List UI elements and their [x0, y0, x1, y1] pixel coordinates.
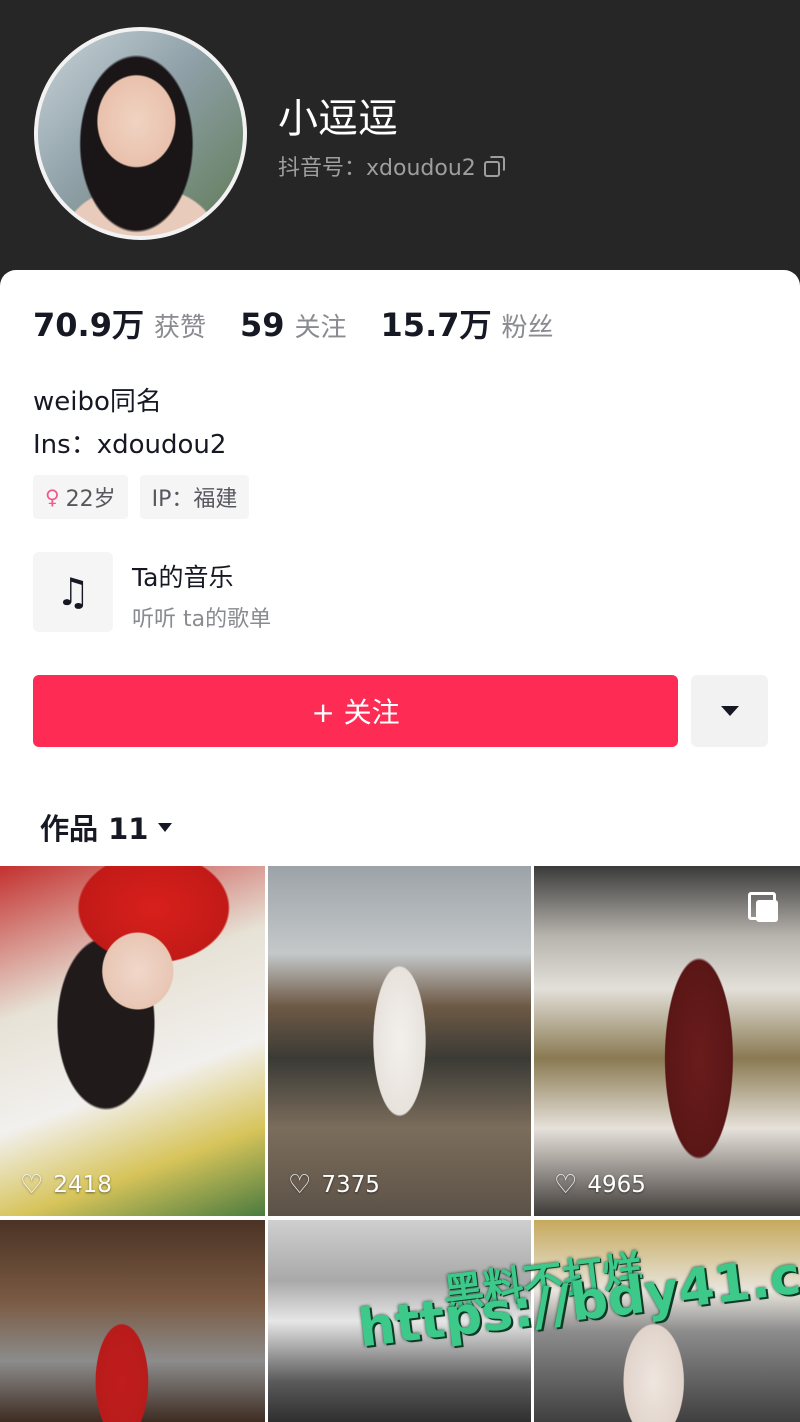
like-count: ♡ 7375: [288, 1170, 380, 1200]
music-note-icon: ♫: [55, 570, 91, 614]
age-tag-text: 22岁: [65, 487, 116, 512]
heart-icon: ♡: [20, 1170, 44, 1200]
music-entry[interactable]: ♫: [33, 552, 113, 632]
like-count-text: 2418: [53, 1172, 112, 1198]
heart-icon: ♡: [554, 1170, 578, 1200]
dropdown-arrow-icon: [158, 822, 173, 832]
douyin-id[interactable]: 抖音号：xdoudou2: [278, 150, 505, 182]
bio-line-1: weibo同名: [33, 387, 162, 417]
works-tab[interactable]: 作品 11: [40, 806, 173, 848]
age-tag: ♀ 22岁: [33, 475, 128, 519]
profile-name: 小逗逗: [278, 96, 398, 142]
copy-icon[interactable]: [483, 156, 505, 177]
profile-card: [0, 270, 800, 870]
profile-header: 小逗逗 抖音号：xdoudou2: [0, 0, 800, 300]
ip-tag: IP：福建: [139, 475, 250, 519]
music-subtitle: 听听 ta的歌单: [132, 607, 272, 632]
stat-followers-label: 粉丝: [501, 313, 554, 343]
video-thumbnail[interactable]: ♡ 4965: [534, 866, 800, 1216]
video-thumbnail[interactable]: ♡ 2418: [0, 866, 265, 1216]
more-options-button[interactable]: [691, 675, 768, 747]
multi-image-icon: [748, 892, 778, 922]
female-icon: ♀: [45, 485, 60, 509]
stat-likes-label: 获赞: [153, 313, 206, 343]
like-count: ♡ 2418: [20, 1170, 112, 1200]
chevron-down-icon: [720, 706, 739, 716]
stat-likes[interactable]: 70.9万 获赞: [33, 300, 206, 346]
stat-following[interactable]: 59 关注: [240, 306, 347, 344]
stats-row: 70.9万 获赞 59 关注 15.7万 粉丝: [33, 300, 588, 346]
ip-tag-text: IP：福建: [151, 487, 238, 512]
video-thumbnail[interactable]: ♡ 7375: [268, 866, 531, 1216]
douyin-id-text: 抖音号：xdoudou2: [278, 156, 476, 181]
stat-followers[interactable]: 15.7万 粉丝: [381, 300, 554, 346]
follow-button[interactable]: + 关注: [33, 675, 678, 747]
like-count-text: 4965: [587, 1172, 646, 1198]
stat-following-label: 关注: [294, 313, 347, 343]
like-count: ♡ 4965: [554, 1170, 646, 1200]
works-label: 作品 11: [40, 812, 149, 846]
profile-tags: ♀ 22岁 IP：福建: [33, 475, 250, 519]
like-count-text: 7375: [321, 1172, 380, 1198]
stat-likes-value: 70.9万: [33, 306, 144, 344]
video-thumbnail[interactable]: [0, 1220, 265, 1422]
music-title[interactable]: Ta的音乐: [132, 558, 233, 594]
avatar[interactable]: [34, 27, 247, 240]
heart-icon: ♡: [288, 1170, 312, 1200]
stat-followers-value: 15.7万: [380, 306, 492, 344]
stat-following-value: 59: [239, 306, 285, 344]
bio-line-2: Ins：xdoudou2: [33, 430, 227, 460]
